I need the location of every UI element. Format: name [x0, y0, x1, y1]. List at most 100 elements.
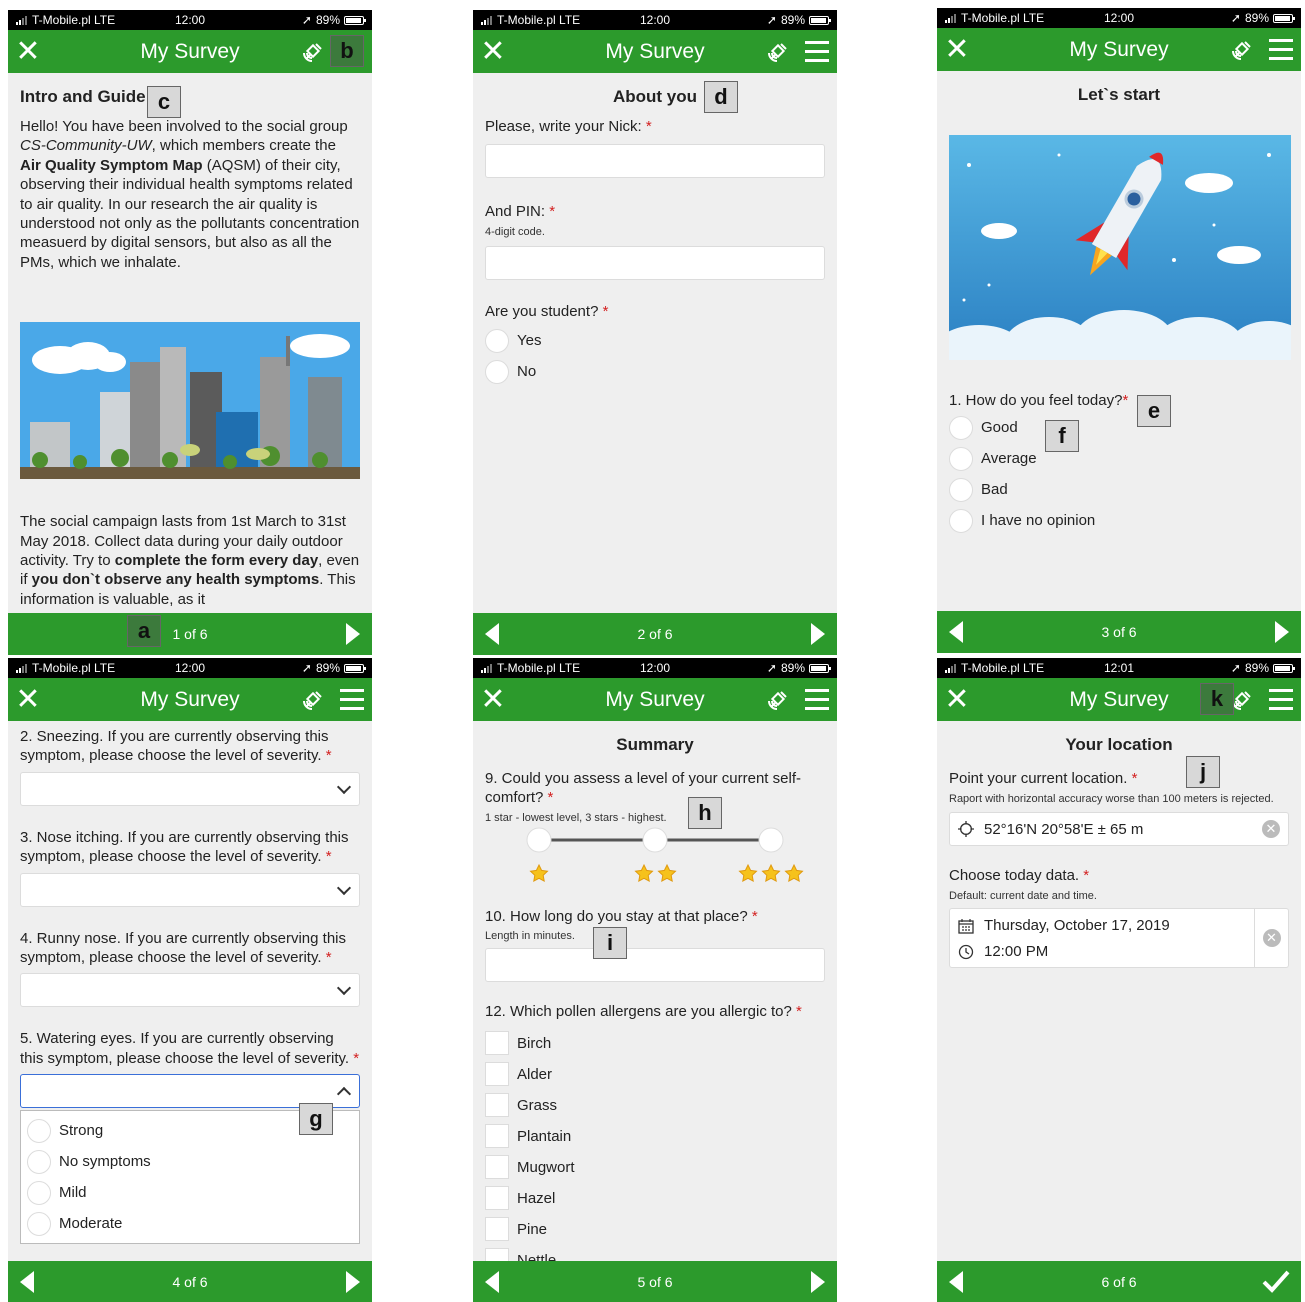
- close-icon[interactable]: ✕: [937, 28, 977, 71]
- next-arrow-icon[interactable]: [346, 1271, 360, 1293]
- date-row[interactable]: Thursday, October 17, 2019: [958, 915, 1246, 937]
- menu-icon[interactable]: [805, 689, 829, 710]
- checkbox[interactable]: [485, 1155, 509, 1180]
- datetime-picker[interactable]: Thursday, October 17, 2019 12:00 PM: [949, 907, 1255, 968]
- checkbox[interactable]: [485, 1217, 509, 1242]
- menu-icon[interactable]: [1269, 39, 1293, 60]
- pin-input[interactable]: [485, 245, 825, 280]
- submit-check-icon[interactable]: [1261, 1269, 1291, 1293]
- location-arrow-icon: ➚: [301, 661, 312, 675]
- prev-arrow-icon[interactable]: [485, 1271, 499, 1293]
- close-icon[interactable]: ✕: [937, 678, 977, 721]
- nick-input[interactable]: [485, 144, 825, 179]
- option-mild[interactable]: Mild: [27, 1177, 353, 1208]
- option-yes[interactable]: Yes: [485, 325, 825, 356]
- runny-nose-select[interactable]: [20, 973, 360, 1008]
- menu-icon[interactable]: [805, 41, 829, 62]
- option-no-opinion[interactable]: I have no opinion: [949, 505, 1289, 536]
- option-no-symptoms[interactable]: No symptoms: [27, 1146, 353, 1177]
- option-good[interactable]: Good: [949, 412, 1289, 443]
- app-title: My Survey: [605, 39, 705, 63]
- allergen-pine[interactable]: Pine: [485, 1214, 825, 1245]
- page-indicator: 6 of 6: [1101, 1274, 1137, 1290]
- allergen-plantain[interactable]: Plantain: [485, 1121, 825, 1152]
- radio-button[interactable]: [485, 359, 509, 384]
- radio-button[interactable]: [27, 1118, 51, 1143]
- radio-button[interactable]: [949, 477, 973, 502]
- prev-arrow-icon[interactable]: [949, 621, 963, 643]
- checkbox[interactable]: [485, 1186, 509, 1211]
- checkbox[interactable]: [485, 1124, 509, 1149]
- screen-about-you: T-Mobile.pl LTE 12:00 ➚ 89% ✕ My Survey A…: [473, 10, 837, 655]
- app-title: My Survey: [1069, 687, 1169, 711]
- prev-arrow-icon[interactable]: [20, 1271, 34, 1293]
- annotation-d: d: [704, 81, 738, 113]
- battery-icon: [344, 15, 366, 25]
- annotation-k: k: [1200, 683, 1234, 715]
- app-bar: ✕ My Survey: [473, 30, 837, 73]
- close-icon[interactable]: ✕: [8, 678, 48, 721]
- close-icon[interactable]: ✕: [473, 678, 513, 721]
- menu-icon[interactable]: [1269, 689, 1293, 710]
- close-icon[interactable]: ✕: [8, 30, 48, 73]
- gps-satellite-icon[interactable]: [1229, 37, 1255, 63]
- screen-intro: T-Mobile.pl LTE 12:00 ➚ 89% ✕ My Survey b…: [8, 10, 372, 655]
- option-moderate[interactable]: Moderate: [27, 1208, 353, 1239]
- chevron-up-icon: [336, 1087, 352, 1102]
- radio-button[interactable]: [949, 508, 973, 533]
- checkbox[interactable]: [485, 1093, 509, 1118]
- checkbox[interactable]: [485, 1248, 509, 1261]
- close-icon[interactable]: ✕: [473, 30, 513, 73]
- question-text: 5. Watering eyes. If you are currently o…: [20, 1030, 350, 1067]
- radio-button[interactable]: [27, 1180, 51, 1205]
- question-text: And PIN:: [485, 203, 546, 221]
- battery-icon: [344, 663, 366, 673]
- content: Summary 9. Could you assess a level of y…: [473, 721, 837, 1261]
- question-comfort: 9. Could you assess a level of your curr…: [485, 769, 825, 808]
- menu-icon[interactable]: [340, 689, 364, 710]
- option-label: Plantain: [517, 1127, 572, 1145]
- stay-minutes-input[interactable]: [485, 948, 825, 983]
- next-arrow-icon[interactable]: [811, 1271, 825, 1293]
- allergen-mugwort[interactable]: Mugwort: [485, 1152, 825, 1183]
- clear-icon[interactable]: ✕: [1262, 820, 1280, 839]
- option-average[interactable]: Average: [949, 443, 1289, 474]
- sneezing-select[interactable]: [20, 771, 360, 806]
- allergen-birch[interactable]: Birch: [485, 1028, 825, 1059]
- radio-button[interactable]: [27, 1149, 51, 1174]
- radio-button[interactable]: [27, 1211, 51, 1236]
- option-label: Strong: [59, 1122, 104, 1140]
- radio-button[interactable]: [949, 415, 973, 440]
- clock: 12:01: [1103, 661, 1135, 675]
- allergen-grass[interactable]: Grass: [485, 1090, 825, 1121]
- option-bad[interactable]: Bad: [949, 474, 1289, 505]
- clear-icon[interactable]: ✕: [1262, 928, 1281, 947]
- radio-button[interactable]: [485, 328, 509, 353]
- option-no[interactable]: No: [485, 356, 825, 387]
- radio-button[interactable]: [949, 446, 973, 471]
- checkbox[interactable]: [485, 1031, 509, 1056]
- allergen-hazel[interactable]: Hazel: [485, 1183, 825, 1214]
- gps-satellite-icon[interactable]: [300, 687, 326, 713]
- next-arrow-icon[interactable]: [811, 623, 825, 645]
- prev-arrow-icon[interactable]: [949, 1271, 963, 1293]
- location-arrow-icon: ➚: [766, 13, 777, 27]
- nose-itching-select[interactable]: [20, 872, 360, 907]
- gps-satellite-icon[interactable]: [765, 39, 791, 65]
- crosshair-icon: [958, 821, 974, 838]
- allergen-nettle[interactable]: Nettle: [485, 1245, 825, 1261]
- allergen-alder[interactable]: Alder: [485, 1059, 825, 1090]
- location-field[interactable]: 52°16'N 20°58'E ± 65 m ✕: [949, 812, 1289, 847]
- footer-nav: 5 of 6: [473, 1261, 837, 1302]
- prev-arrow-icon[interactable]: [485, 623, 499, 645]
- time-row[interactable]: 12:00 PM: [958, 941, 1246, 963]
- checkbox[interactable]: [485, 1062, 509, 1087]
- gps-satellite-icon[interactable]: [300, 39, 326, 65]
- datetime-clear[interactable]: ✕: [1255, 907, 1289, 968]
- status-bar: T-Mobile.pl LTE 12:01 ➚ 89%: [937, 658, 1301, 678]
- next-arrow-icon[interactable]: [1275, 621, 1289, 643]
- next-arrow-icon[interactable]: [346, 623, 360, 645]
- gps-satellite-icon[interactable]: [765, 687, 791, 713]
- star-rating-slider[interactable]: [485, 826, 825, 886]
- annotation-g: g: [299, 1103, 333, 1135]
